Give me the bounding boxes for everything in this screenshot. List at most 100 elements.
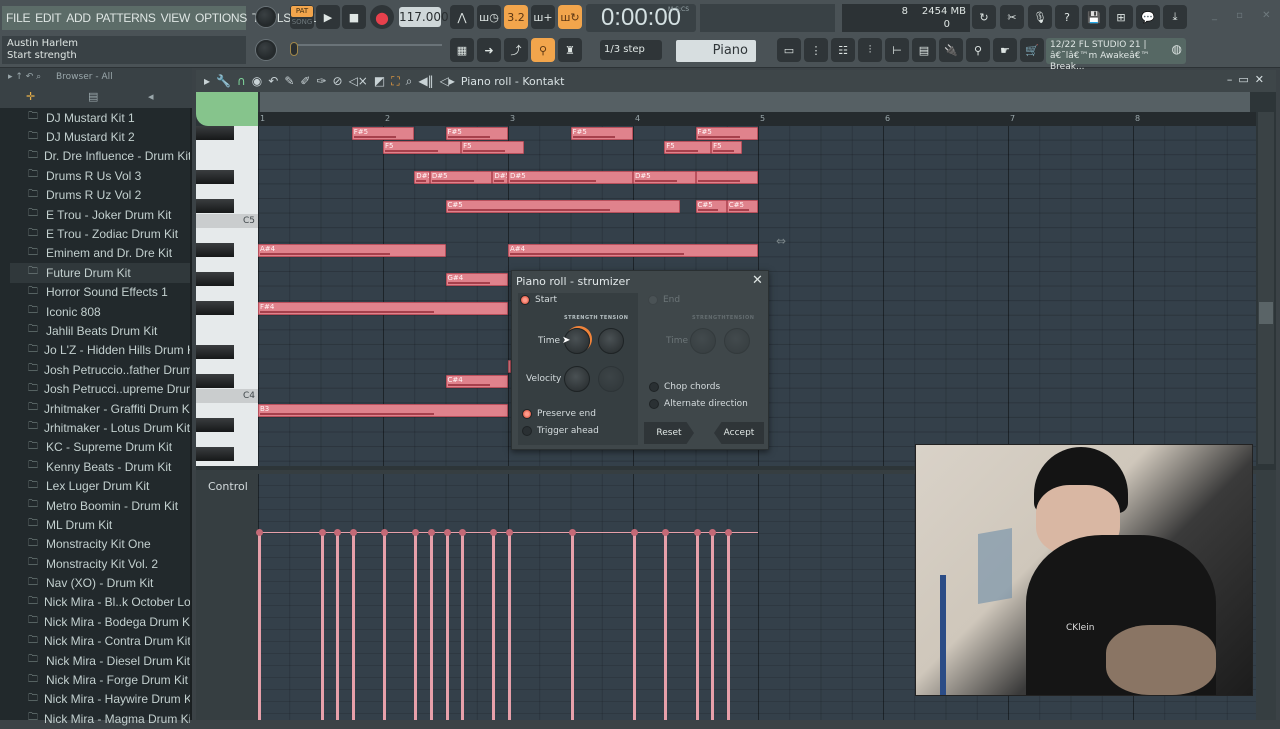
note[interactable]: F5 — [383, 141, 462, 155]
master-volume-knob[interactable] — [256, 7, 276, 27]
browser-item[interactable]: 🗀 Nav (XO) - Drum Kit — [10, 573, 190, 592]
velocity-bar[interactable] — [709, 529, 717, 720]
black-key[interactable] — [196, 418, 234, 432]
note[interactable]: D#5 — [633, 170, 696, 184]
blend-notes-button[interactable]: ⤴ — [504, 38, 528, 62]
start-time-tension-knob[interactable] — [598, 328, 624, 354]
trigger-ahead-checkbox[interactable]: Trigger ahead — [522, 426, 599, 436]
note[interactable]: D#5 — [492, 170, 508, 184]
browser-item[interactable]: 🗀 Eminem and Dr. Dre Kit — [10, 244, 190, 263]
shop-button[interactable]: 🛒 — [1020, 38, 1044, 62]
time-ruler[interactable]: 1 2 3 4 5 6 7 8 — [258, 112, 1256, 126]
note[interactable]: F5 — [711, 141, 743, 155]
browser-item[interactable]: 🗀 Horror Sound Effects 1 — [10, 283, 190, 302]
browser-item[interactable]: 🗀 KC - Supreme Drum Kit — [10, 438, 190, 457]
remote-button[interactable]: ☛ — [993, 38, 1017, 62]
accept-button[interactable]: Accept — [714, 422, 764, 444]
black-key[interactable] — [196, 301, 234, 316]
note[interactable]: D#5 — [429, 170, 493, 184]
download-button[interactable]: ⤓ — [1163, 5, 1187, 29]
browser-item[interactable]: 🗀 Iconic 808 — [10, 302, 190, 321]
velocity-bar[interactable] — [568, 529, 576, 720]
browser-item[interactable]: 🗀 Kenny Beats - Drum Kit — [10, 457, 190, 476]
playlist-button[interactable]: ▭ — [777, 38, 801, 62]
record-button[interactable]: ● — [370, 5, 394, 29]
browser-item[interactable]: 🗀 Nick Mira - Diesel Drum Kit — [10, 651, 190, 670]
menu-patterns[interactable]: PATTERNS — [96, 11, 156, 25]
slice-icon[interactable]: ◩ — [374, 74, 385, 88]
scroll-thumb[interactable] — [1259, 302, 1273, 324]
brush-icon[interactable]: ✐ — [300, 74, 310, 88]
browser-item[interactable]: 🗀 E Trou - Zodiac Drum Kit — [10, 224, 190, 243]
play-button[interactable]: ▶ — [316, 5, 340, 29]
window-controls[interactable]: –▭✕ — [1227, 73, 1270, 86]
chat-button[interactable]: 💬 — [1136, 5, 1160, 29]
note[interactable]: G#4 — [445, 272, 508, 286]
browser-title[interactable]: Browser - All — [56, 72, 113, 82]
start-velocity-tension-knob[interactable] — [598, 366, 624, 392]
browser-item[interactable]: 🗀 Nick Mira - Bodega Drum Kit — [10, 612, 190, 631]
note[interactable]: F#5 — [695, 126, 758, 140]
note[interactable]: C#5 — [695, 199, 727, 213]
browser-nav-icons[interactable]: ▸ ↑ ↶ ⌕ — [8, 72, 41, 82]
piano-roll-button[interactable]: ⋮ — [804, 38, 828, 62]
wrench-icon[interactable]: 🔧 — [216, 74, 231, 88]
black-key[interactable] — [196, 272, 234, 286]
alternate-direction-checkbox[interactable]: Alternate direction — [649, 399, 748, 409]
play-mode-icon[interactable]: ◉ — [252, 74, 262, 88]
browser-item[interactable]: 🗀 Future Drum Kit — [10, 263, 190, 283]
velocity-bar[interactable] — [256, 529, 263, 720]
chop-chords-checkbox[interactable]: Chop chords — [649, 382, 720, 392]
master-pitch-knob[interactable] — [256, 40, 276, 60]
note[interactable]: F#5 — [445, 126, 508, 140]
velocity-bar[interactable] — [334, 529, 342, 720]
mixer-button[interactable]: ⫶ — [858, 38, 882, 62]
typing-keyboard-button[interactable]: ▦ — [450, 38, 474, 62]
note[interactable]: F5 — [664, 141, 712, 155]
velocity-bar[interactable] — [506, 529, 513, 720]
menu-file[interactable]: FILE — [6, 11, 30, 25]
touch-keyboard-button[interactable]: ⚲ — [966, 38, 990, 62]
note[interactable]: F5 — [461, 141, 524, 155]
black-key[interactable] — [196, 199, 234, 213]
note[interactable]: D#5 — [508, 170, 633, 184]
velocity-bar[interactable] — [318, 529, 326, 720]
help-button[interactable]: ? — [1055, 5, 1079, 29]
arrow-button[interactable]: ➜ — [477, 38, 501, 62]
browser-item[interactable]: 🗀 Drums R Us Vol 3 — [10, 166, 190, 185]
black-key[interactable] — [196, 126, 234, 140]
menu-add[interactable]: ADD — [66, 11, 91, 25]
browser-item[interactable]: 🗀 Nick Mira - Haywire Drum Kit — [10, 690, 190, 709]
step-edit-button[interactable]: ш+ — [531, 5, 555, 29]
metronome-button[interactable]: ⋀ — [450, 5, 474, 29]
browser-item[interactable]: 🗀 Nick Mira - Magma Drum Kit — [10, 709, 190, 728]
start-toggle[interactable]: Start — [520, 295, 557, 305]
browser-item[interactable]: 🗀 Jrhitmaker - Graffiti Drum Kit — [10, 399, 190, 418]
snap-step-selector[interactable]: 1/3 step — [600, 40, 662, 60]
stop-button[interactable]: ■ — [342, 5, 366, 29]
velocity-bar[interactable] — [349, 529, 357, 720]
channel-selector[interactable]: Piano — [676, 40, 756, 62]
browser-item[interactable]: 🗀 Jrhitmaker - Lotus Drum Kit — [10, 418, 190, 437]
multilink-button[interactable]: ♜ — [558, 38, 582, 62]
browser-button[interactable]: ⊢ — [885, 38, 909, 62]
record-audio-button[interactable]: 🎙 — [1028, 5, 1052, 29]
end-time-tension-knob[interactable] — [724, 328, 750, 354]
browser-item[interactable]: 🗀 Jo L'Z - Hidden Hills Drum Kit — [10, 341, 190, 360]
velocity-bar[interactable] — [693, 529, 701, 720]
tempo-display[interactable]: 117.000 — [399, 7, 449, 27]
browser-item[interactable]: 🗀 Nick Mira - Contra Drum Kit — [10, 632, 190, 651]
main-slider-handle[interactable] — [290, 42, 298, 56]
pat-song-toggle[interactable]: PAT SONG — [290, 5, 314, 29]
app-window-controls[interactable]: _ ▫ ✕ — [1212, 10, 1279, 21]
browser-item[interactable]: 🗀 Drums R Uz Vol 2 — [10, 186, 190, 205]
velocity-bar[interactable] — [724, 529, 732, 720]
mute-icon[interactable]: ◁× — [349, 74, 368, 88]
cut-button[interactable]: ✂ — [1000, 5, 1024, 29]
browser-item[interactable]: 🗀 Nick Mira - Bl..k October Loops — [10, 593, 190, 612]
select-icon[interactable]: ⛶ — [391, 74, 399, 89]
browser-item[interactable]: 🗀 Nick Mira - Forge Drum Kit — [10, 670, 190, 689]
save-button[interactable]: 💾 — [1082, 5, 1106, 29]
velocity-bar[interactable] — [459, 529, 467, 720]
note[interactable]: C#5 — [726, 199, 758, 213]
